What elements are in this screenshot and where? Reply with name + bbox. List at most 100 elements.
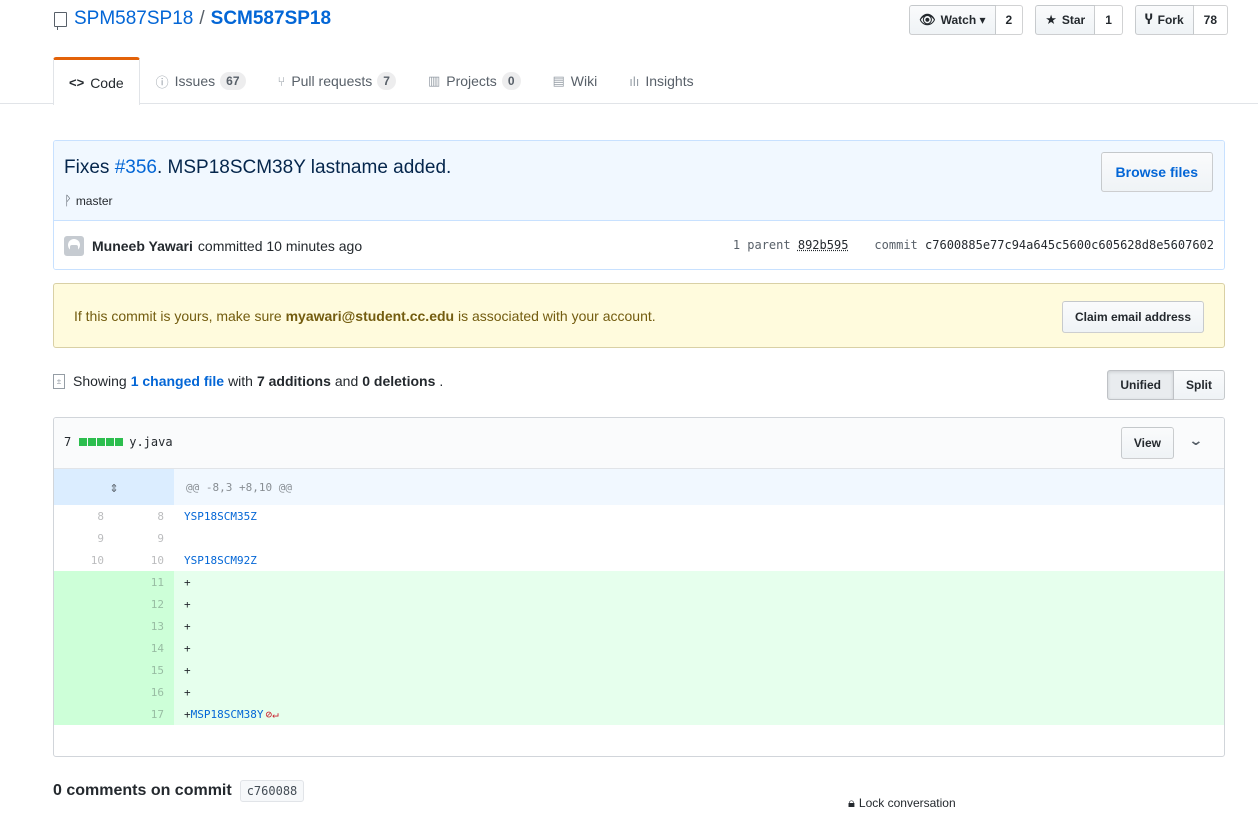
issue-link[interactable]: #356 [115, 157, 157, 178]
diffstat-count: 7 [64, 435, 72, 449]
author-name[interactable]: Muneeb Yawari [92, 238, 193, 254]
new-line-number[interactable]: 9 [114, 527, 174, 549]
flash-email: myawari@student.cc.edu [285, 308, 455, 324]
line-code [174, 527, 1224, 549]
new-line-number[interactable]: 11 [114, 571, 174, 593]
chevron-down-icon[interactable]: ⌄ [1189, 432, 1204, 449]
unified-button[interactable]: Unified [1107, 370, 1174, 400]
pagehead-actions: 👁 Watch ▾ 2 ★ Star 1 Ⴤ Fork 78 [909, 5, 1228, 35]
repo-separator: / [199, 8, 205, 29]
file-header: 7 y.java View ⌄ [54, 418, 1224, 469]
line-plus: + [184, 707, 191, 721]
commit-title-suffix: . MSP18SCM38Y lastname added. [156, 157, 452, 178]
diff-line-context: 8 8 YSP18SCM35Z [54, 505, 1224, 527]
parent-info: 1 parent 892b595 [733, 238, 849, 252]
deletions-count: 0 deletions [362, 373, 436, 389]
new-line-number[interactable]: 10 [114, 549, 174, 571]
parent-sha-link[interactable]: 892b595 [798, 238, 849, 252]
branch-name[interactable]: master [76, 194, 113, 208]
tab-issues[interactable]: ⓘ Issues 67 [140, 57, 262, 104]
issues-counter: 67 [220, 72, 246, 90]
sha-block: 1 parent 892b595 commit c7600885e77c94a6… [733, 238, 1214, 252]
star-button[interactable]: ★ Star [1035, 5, 1096, 35]
file-diff-icon[interactable]: ± [53, 373, 65, 389]
browse-files-button[interactable]: Browse files [1100, 152, 1213, 192]
tab-wiki[interactable]: ▤ Wiki [537, 57, 614, 104]
hunk-header-row: ⇕ @@ -8,3 +8,10 @@ [54, 469, 1224, 505]
pull-request-icon: ⑂ [277, 73, 286, 89]
commit-sha: c7600885e77c94a645c5600c605628d8e5607602 [925, 238, 1214, 252]
old-line-number [54, 681, 114, 703]
repo-name-link[interactable]: SCM587SP18 [211, 8, 331, 30]
new-line-number[interactable]: 8 [114, 505, 174, 527]
diff-line-context: 9 9 [54, 527, 1224, 549]
old-line-number[interactable]: 8 [54, 505, 114, 527]
tab-code[interactable]: <> Code [53, 57, 140, 105]
diffstat-block [88, 438, 97, 446]
diff-line-addition: 11 + [54, 571, 1224, 593]
issue-icon: ⓘ [155, 74, 169, 90]
diff-line-addition: 12 + [54, 593, 1224, 615]
commit-title-prefix: Fixes [64, 157, 115, 178]
new-line-number[interactable]: 16 [114, 681, 174, 703]
parent-label: 1 parent [732, 238, 791, 252]
old-line-number [54, 615, 114, 637]
repo-header: SPM587SP18 / SCM587SP18 👁 Watch ▾ 2 ★ St… [0, 0, 1258, 105]
watch-button[interactable]: 👁 Watch ▾ [909, 5, 996, 35]
new-line-number[interactable]: 14 [114, 637, 174, 659]
tab-projects[interactable]: ▥ Projects 0 [412, 57, 537, 104]
split-button[interactable]: Split [1174, 370, 1225, 400]
line-code: +MSP18SCM38Y ⊘↵ [174, 703, 1224, 725]
diff-line-addition: 15 + [54, 659, 1224, 681]
diff-summary-bar: ± Showing 1 changed file with 7 addition… [53, 370, 1225, 400]
file-diff: 7 y.java View ⌄ ⇕ @@ -8,3 +8,10 @@ 8 8 Y… [53, 417, 1225, 757]
tab-insights[interactable]: ılı Insights [613, 57, 709, 104]
file-name[interactable]: y.java [129, 435, 172, 449]
graph-icon: ılı [629, 73, 640, 89]
flash-prefix: If this commit is yours, make sure [74, 308, 282, 324]
expand-icon[interactable]: ⇕ [54, 469, 174, 505]
old-line-number[interactable]: 10 [54, 549, 114, 571]
fork-group: Ⴤ Fork 78 [1134, 5, 1228, 35]
changed-files-link[interactable]: 1 changed file [131, 373, 224, 389]
new-line-number[interactable]: 12 [114, 593, 174, 615]
commit-label: commit [874, 238, 918, 252]
fork-count[interactable]: 78 [1193, 5, 1228, 35]
lock-conversation-button[interactable]: 🔒︎ Lock conversation [848, 795, 956, 811]
claim-email-button[interactable]: Claim email address [1061, 301, 1204, 333]
watch-label: Watch ▾ [940, 13, 986, 27]
commit-head: Fixes #356. MSP18SCM38Y lastname added. … [54, 141, 1224, 221]
tab-pull-requests[interactable]: ⑂ Pull requests 7 [262, 57, 412, 104]
old-line-number[interactable]: 9 [54, 527, 114, 549]
avatar[interactable] [64, 235, 84, 256]
fork-button[interactable]: Ⴤ Fork [1134, 5, 1194, 35]
commit-meta: Muneeb Yawari committed 10 minutes ago 1… [54, 221, 1224, 269]
new-line-number[interactable]: 17 [114, 703, 174, 725]
commit-sha-badge: c760088 [239, 780, 305, 802]
diffstat-block [79, 438, 88, 446]
view-file-button[interactable]: View [1120, 427, 1174, 459]
diffstat-block [97, 438, 106, 446]
old-line-number [54, 571, 114, 593]
diff-line-addition: 17 +MSP18SCM38Y ⊘↵ [54, 703, 1224, 725]
star-icon: ★ [1045, 12, 1057, 27]
old-line-number [54, 593, 114, 615]
watch-count[interactable]: 2 [995, 5, 1024, 35]
diffstat-blocks [79, 438, 124, 446]
diff-line-context: 10 10 YSP18SCM92Z [54, 549, 1224, 571]
repo-owner-link[interactable]: SPM587SP18 [74, 8, 193, 30]
new-line-number[interactable]: 15 [114, 659, 174, 681]
line-code: + [174, 615, 1224, 637]
commit-box: Fixes #356. MSP18SCM38Y lastname added. … [53, 140, 1225, 270]
diff-line-addition: 16 + [54, 681, 1224, 703]
commit-time: committed 10 minutes ago [197, 237, 363, 254]
pulls-counter: 7 [377, 72, 396, 90]
and-label: and [334, 373, 359, 389]
tab-pulls-label: Pull requests [291, 73, 373, 89]
new-line-number[interactable]: 13 [114, 615, 174, 637]
branch-indicator: ᚹ master [64, 193, 113, 208]
star-count[interactable]: 1 [1095, 5, 1123, 35]
commit-sha-info: commit c7600885e77c94a645c5600c605628d8e… [874, 238, 1214, 252]
line-code: YSP18SCM92Z [174, 549, 1224, 571]
diff-table: ⇕ @@ -8,3 +8,10 @@ 8 8 YSP18SCM35Z 9 9 1… [54, 469, 1224, 725]
